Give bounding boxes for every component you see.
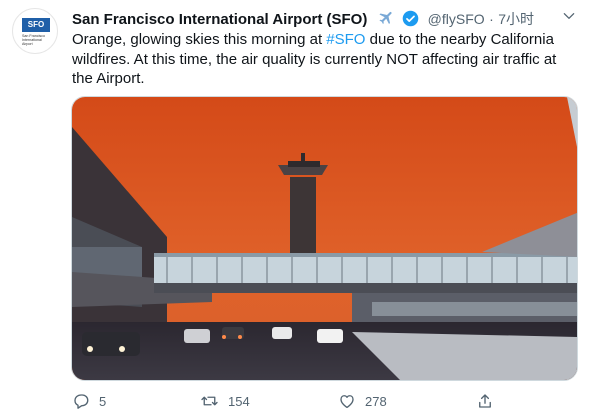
sfo-logo: SFO	[22, 18, 50, 32]
retweet-icon	[201, 396, 218, 406]
reply-button[interactable]: 5	[72, 390, 106, 412]
logo-caption: San Francisco International Airport	[22, 34, 45, 46]
tweet-photo[interactable]	[71, 96, 578, 381]
share-button[interactable]	[476, 390, 503, 412]
tweet-header: San Francisco International Airport (SFO…	[72, 9, 574, 29]
avatar[interactable]: SFO San Francisco International Airport	[12, 8, 58, 54]
reply-count: 5	[99, 393, 107, 409]
tweet-actions: 5 154 278	[72, 390, 512, 412]
chevron-down-icon[interactable]	[562, 9, 576, 28]
user-handle[interactable]: @flySFO	[428, 11, 485, 27]
separator-dot: ·	[489, 11, 494, 27]
photo-scene	[72, 97, 577, 380]
timestamp[interactable]: 7小时	[498, 11, 534, 27]
hashtag-link[interactable]: #SFO	[326, 31, 365, 48]
tweet-text: Orange, glowing skies this morning at #S…	[72, 31, 557, 87]
like-icon	[340, 395, 354, 409]
share-icon	[479, 394, 491, 408]
retweet-count: 154	[228, 393, 250, 409]
like-button[interactable]: 278	[338, 390, 387, 412]
verified-icon	[402, 10, 419, 32]
retweet-button[interactable]: 154	[200, 390, 250, 412]
like-count: 278	[365, 393, 387, 409]
reply-icon	[74, 394, 89, 409]
display-name[interactable]: San Francisco International Airport (SFO…	[72, 11, 367, 28]
airplane-icon	[378, 9, 395, 31]
